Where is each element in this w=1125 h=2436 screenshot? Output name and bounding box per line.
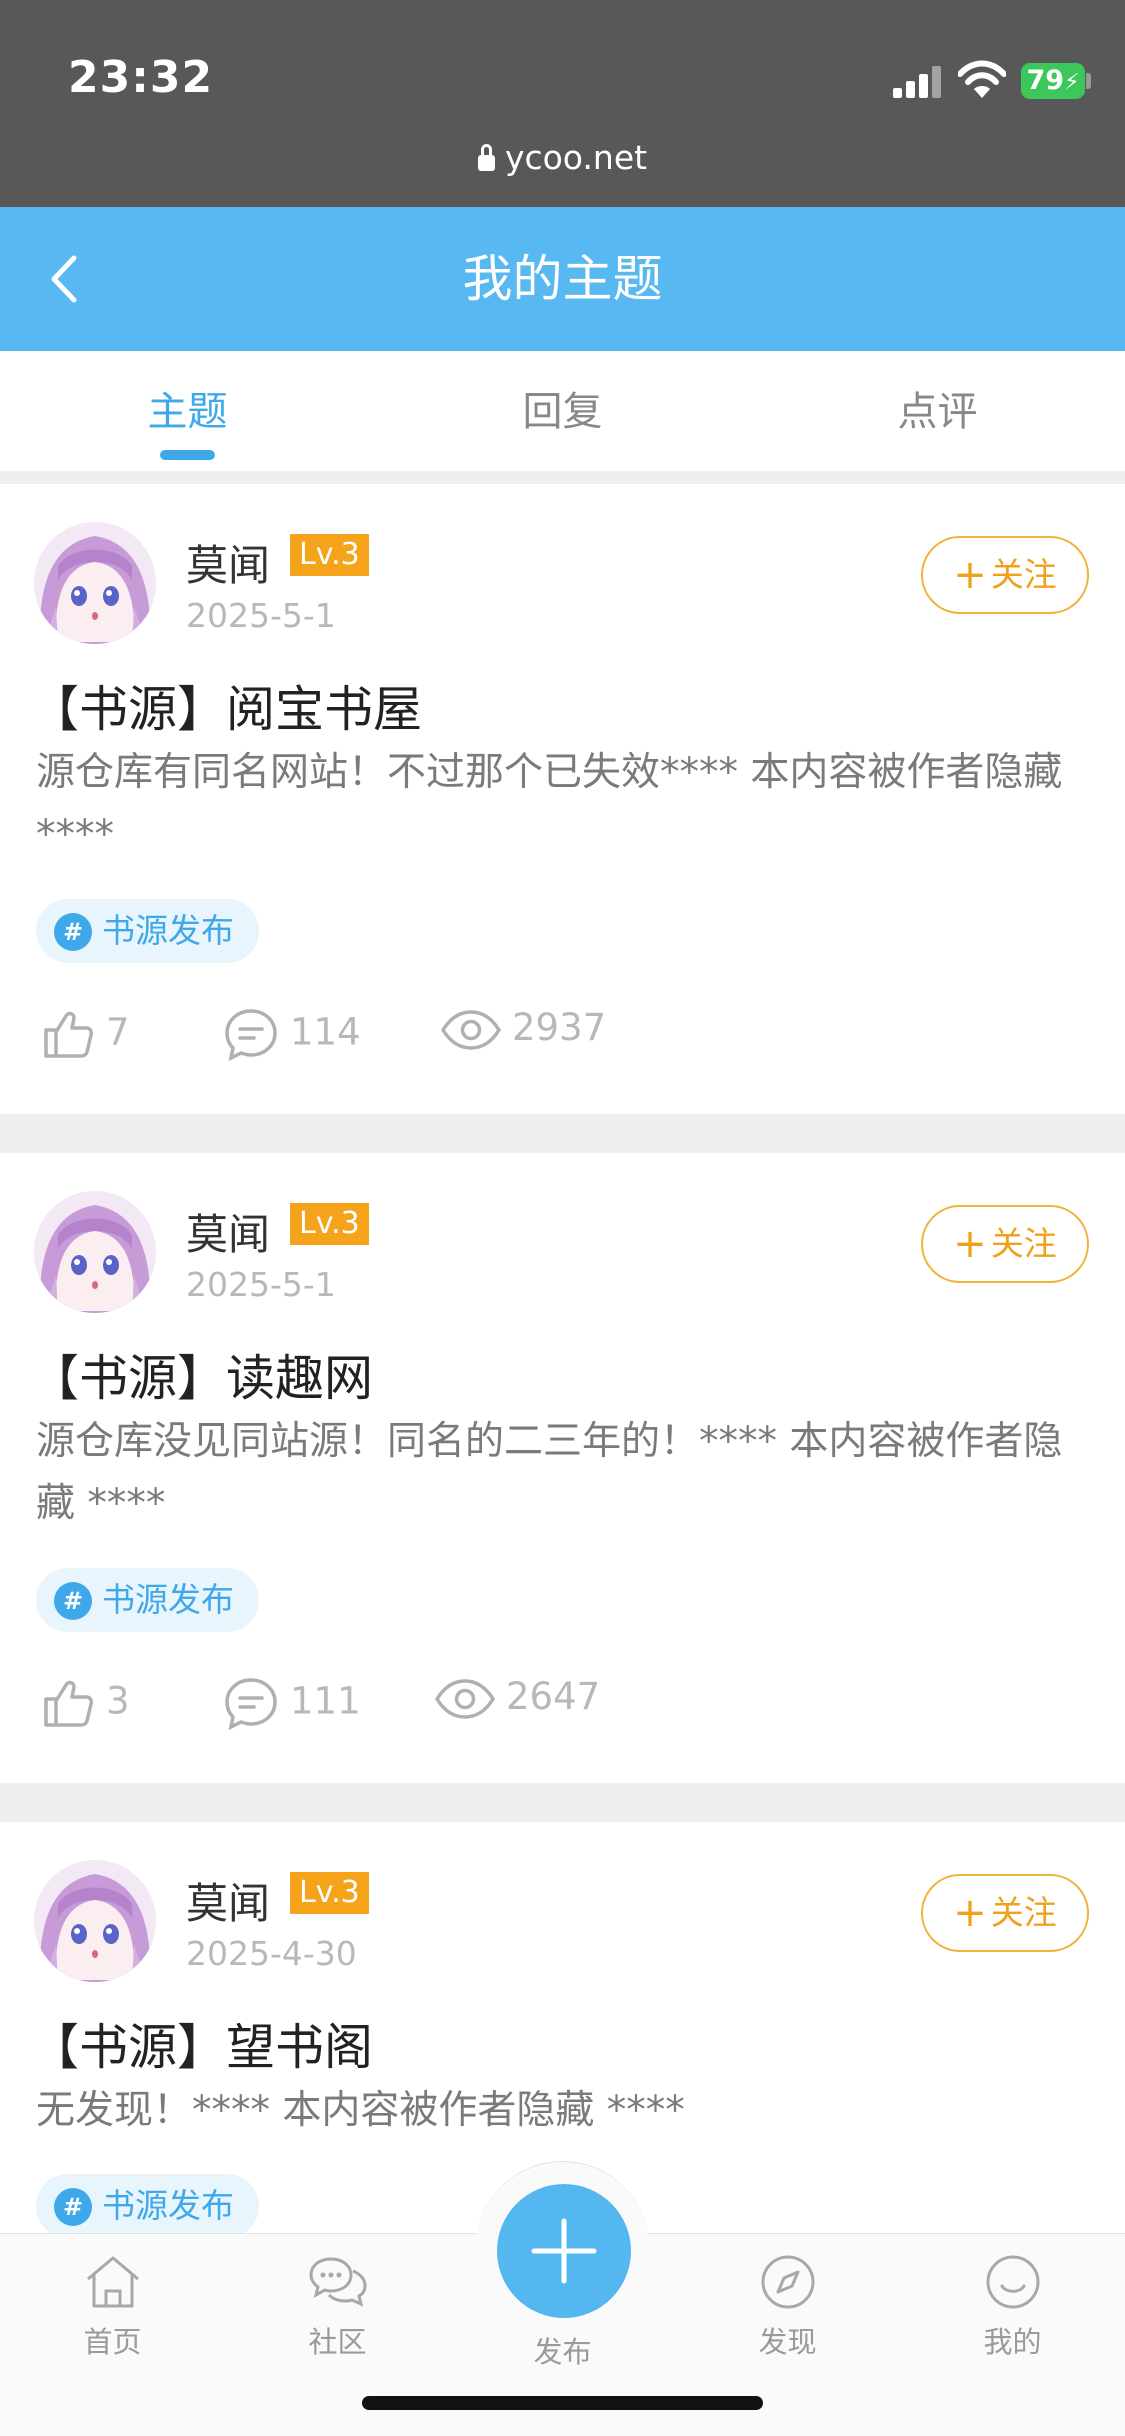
hash-icon: # (54, 1582, 92, 1620)
nav-home[interactable]: 首页 (0, 2253, 225, 2361)
follow-button[interactable]: + 关注 (921, 1205, 1089, 1283)
page-title: 我的主题 (462, 250, 663, 308)
topic-tag[interactable]: # 书源发布 (36, 1568, 259, 1632)
level-badge: Lv.3 (290, 534, 369, 576)
post-excerpt: 无发现！**** 本内容被作者隐藏 **** (36, 2088, 685, 2133)
post-date: 2025-5-1 (186, 596, 336, 635)
nav-publish-label[interactable]: 发布 (448, 2329, 677, 2371)
thumb-up-icon (40, 1675, 96, 1731)
plus-icon: + (953, 1890, 987, 1936)
post-date: 2025-4-30 (186, 1934, 357, 1973)
signal-icon (893, 66, 941, 98)
post-title[interactable]: 【书源】阅宝书屋 (30, 670, 422, 741)
nav-me[interactable]: 我的 (900, 2253, 1125, 2361)
battery-icon: 79⚡ (1021, 63, 1085, 99)
level-badge: Lv.3 (290, 1872, 369, 1914)
status-bar: 23:32 79⚡ ycoo.net (0, 0, 1125, 207)
author-name[interactable]: 莫闻 (186, 1870, 270, 1931)
follow-button[interactable]: + 关注 (921, 536, 1089, 614)
level-badge: Lv.3 (290, 1203, 369, 1245)
view-stat: 2647 (434, 1675, 600, 1721)
nav-community[interactable]: 社区 (225, 2253, 450, 2361)
comment-icon (222, 1006, 280, 1062)
comment-count: 111 (290, 1679, 361, 1723)
eye-icon (440, 1008, 502, 1052)
comment-stat[interactable]: 111 (222, 1675, 361, 1731)
clock: 23:32 (68, 52, 214, 103)
tag-label: 书源发布 (102, 1580, 234, 1619)
nav-community-label: 社区 (308, 2325, 367, 2359)
like-stat[interactable]: 3 (40, 1675, 130, 1731)
nav-home-label: 首页 (83, 2325, 142, 2359)
post-title[interactable]: 【书源】望书阁 (30, 2008, 373, 2079)
lock-icon (477, 144, 495, 171)
follow-button[interactable]: + 关注 (921, 1874, 1089, 1952)
topic-tag[interactable]: # 书源发布 (36, 2174, 259, 2238)
follow-label: 关注 (990, 1893, 1057, 1932)
comment-stat[interactable]: 114 (222, 1006, 361, 1062)
wifi-icon (958, 60, 1006, 98)
tag-label: 书源发布 (102, 911, 234, 950)
thumb-up-icon (40, 1006, 96, 1062)
tab-replies[interactable]: 回复 (375, 379, 750, 437)
tab-reviews[interactable]: 点评 (750, 379, 1125, 437)
avatar[interactable] (34, 1860, 156, 1982)
post-excerpt: 源仓库有同名网站！不过那个已失效**** 本内容被作者隐藏 **** (36, 750, 1063, 857)
avatar[interactable] (34, 522, 156, 644)
tab-topics[interactable]: 主题 (0, 379, 375, 437)
eye-icon (434, 1677, 496, 1721)
compass-icon (761, 2255, 814, 2309)
nav-discover[interactable]: 发现 (675, 2253, 900, 2361)
like-count: 7 (106, 1010, 130, 1054)
profile-icon (986, 2255, 1039, 2309)
view-count: 2647 (506, 1675, 601, 1718)
tag-label: 书源发布 (102, 2186, 234, 2225)
view-count: 2937 (512, 1006, 607, 1049)
author-name[interactable]: 莫闻 (186, 1201, 270, 1262)
follow-label: 关注 (990, 1224, 1057, 1263)
plus-icon: + (953, 1221, 987, 1267)
post-excerpt: 源仓库没见同站源！同名的二三年的！**** 本内容被作者隐藏 **** (36, 1419, 1063, 1526)
follow-label: 关注 (990, 555, 1057, 594)
community-icon (308, 2257, 367, 2307)
comment-count: 114 (290, 1010, 361, 1054)
battery-level: 79 (1026, 65, 1065, 96)
hash-icon: # (54, 2188, 92, 2226)
back-arrow-icon[interactable] (42, 252, 92, 306)
publish-button[interactable] (497, 2184, 631, 2318)
post-card[interactable]: 莫闻 Lv.3 2025-5-1 + 关注 【书源】阅宝书屋 源仓库有同名网站！不… (0, 484, 1125, 1114)
post-date: 2025-5-1 (186, 1265, 336, 1304)
active-tab-indicator (160, 450, 215, 460)
author-name[interactable]: 莫闻 (186, 532, 270, 593)
hash-icon: # (54, 913, 92, 951)
post-card[interactable]: 莫闻 Lv.3 2025-5-1 + 关注 【书源】读趣网 源仓库没见同站源！同名… (0, 1153, 1125, 1783)
home-indicator[interactable] (362, 2396, 763, 2410)
app-header: 我的主题 (0, 207, 1125, 351)
topic-tag[interactable]: # 书源发布 (36, 899, 259, 963)
plus-icon (531, 2218, 597, 2284)
view-stat: 2937 (440, 1006, 606, 1052)
url-text: ycoo.net (504, 138, 648, 177)
plus-icon: + (953, 552, 987, 598)
nav-me-label: 我的 (983, 2325, 1042, 2359)
avatar[interactable] (34, 1191, 156, 1313)
url-bar[interactable]: ycoo.net (0, 138, 1125, 177)
like-stat[interactable]: 7 (40, 1006, 130, 1062)
battery-tip (1086, 73, 1091, 89)
comment-icon (222, 1675, 280, 1731)
home-icon (86, 2256, 139, 2308)
like-count: 3 (106, 1679, 130, 1723)
nav-discover-label: 发现 (758, 2325, 817, 2359)
post-title[interactable]: 【书源】读趣网 (30, 1339, 373, 1410)
